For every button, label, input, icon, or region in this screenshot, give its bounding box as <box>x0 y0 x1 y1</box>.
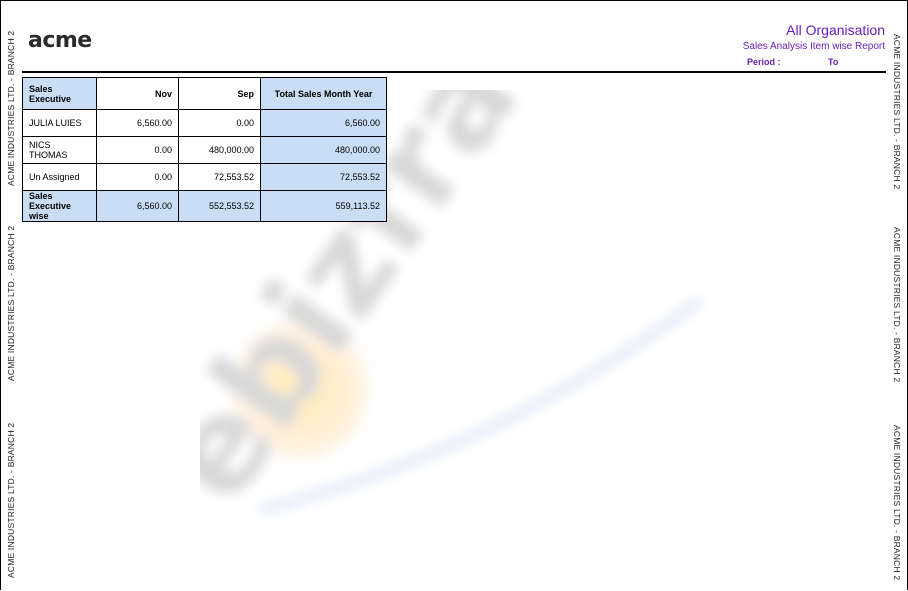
footer-label: Sales Executive wise <box>22 190 97 222</box>
col-header-sales-executive: Sales Executive <box>22 77 97 110</box>
footer-total: 559,113.52 <box>260 190 387 222</box>
side-label-left-1: ACME INDUSTRIES LTD. - BRANCH 2 <box>6 30 16 186</box>
cell-nov: 6,560.00 <box>96 109 179 137</box>
table-row: NICS THOMAS 0.00 480,000.00 480,000.00 <box>22 136 387 164</box>
table-footer-row: Sales Executive wise 6,560.00 552,553.52… <box>22 190 387 222</box>
footer-nov: 6,560.00 <box>96 190 179 222</box>
side-label-left-2: ACME INDUSTRIES LTD. - BRANCH 2 <box>6 225 16 381</box>
side-label-right-3: ACME INDUSTRIES LTD. - BRANCH 2 <box>892 425 902 581</box>
sales-table: Sales Executive Nov Sep Total Sales Mont… <box>22 77 387 222</box>
period-label: Period : <box>747 57 781 67</box>
report-title: Sales Analysis Item wise Report <box>742 41 885 52</box>
cell-name: JULIA LUIES <box>22 109 97 137</box>
footer-sep: 552,553.52 <box>178 190 261 222</box>
col-header-total: Total Sales Month Year <box>260 77 387 110</box>
cell-name: NICS THOMAS <box>22 136 97 164</box>
cell-nov: 0.00 <box>96 136 179 164</box>
side-label-right-2: ACME INDUSTRIES LTD. - BRANCH 2 <box>892 227 902 383</box>
cell-total: 480,000.00 <box>260 136 387 164</box>
cell-total: 6,560.00 <box>260 109 387 137</box>
company-logo: acme <box>28 28 92 53</box>
table-row: Un Assigned 0.00 72,553.52 72,553.52 <box>22 163 387 191</box>
cell-sep: 72,553.52 <box>178 163 261 191</box>
col-header-nov: Nov <box>96 77 179 110</box>
cell-name: Un Assigned <box>22 163 97 191</box>
cell-nov: 0.00 <box>96 163 179 191</box>
side-label-left-3: ACME INDUSTRIES LTD. - BRANCH 2 <box>6 422 16 578</box>
side-label-right-1: ACME INDUSTRIES LTD. - BRANCH 2 <box>892 34 902 190</box>
header-divider <box>22 71 886 73</box>
table-header-row: Sales Executive Nov Sep Total Sales Mont… <box>22 77 387 110</box>
table-row: JULIA LUIES 6,560.00 0.00 6,560.00 <box>22 109 387 137</box>
cell-total: 72,553.52 <box>260 163 387 191</box>
cell-sep: 0.00 <box>178 109 261 137</box>
cell-sep: 480,000.00 <box>178 136 261 164</box>
to-label: To <box>828 57 839 67</box>
col-header-sep: Sep <box>178 77 261 110</box>
organisation-title: All Organisation <box>786 22 885 38</box>
